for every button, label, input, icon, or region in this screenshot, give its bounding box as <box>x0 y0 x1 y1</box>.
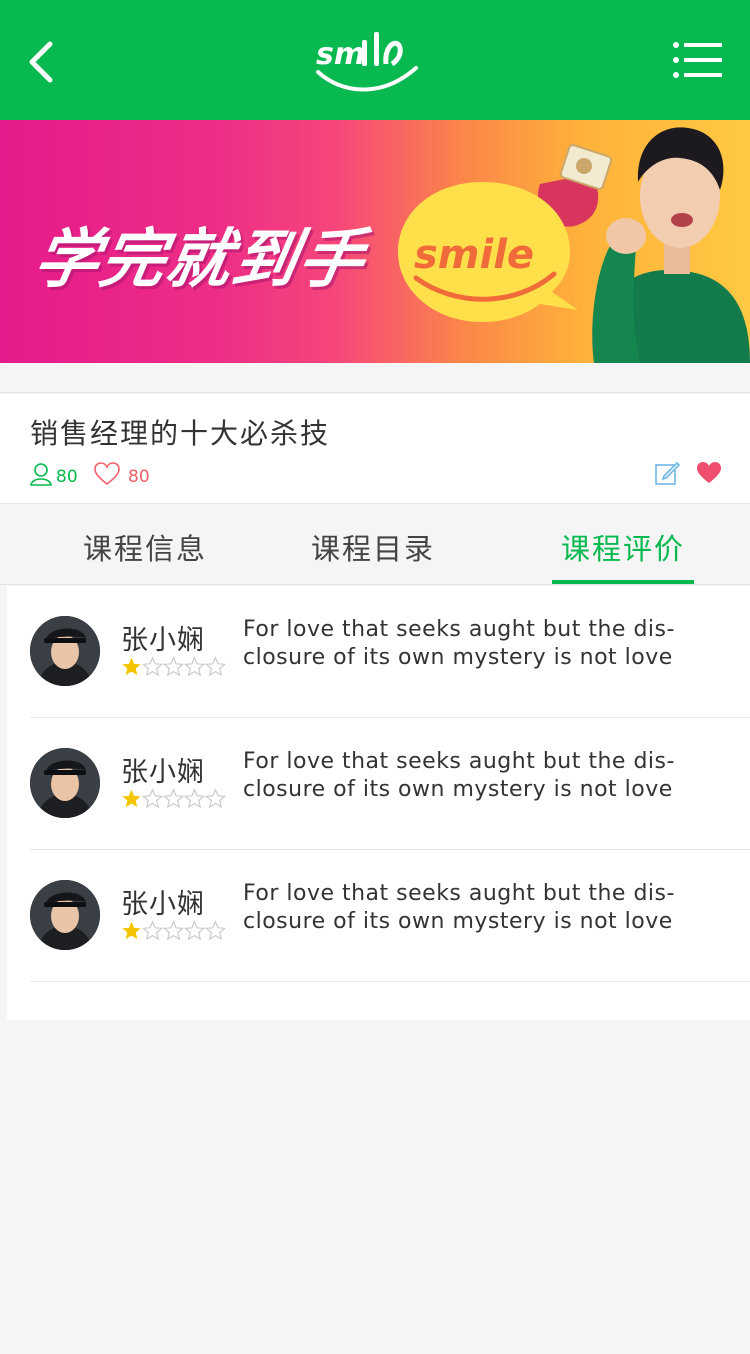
heart-icon <box>697 462 721 483</box>
star-empty-icon <box>205 920 226 941</box>
avatar-image <box>30 880 100 950</box>
review-comment: For love that seeks aught but the dis-cl… <box>243 617 675 670</box>
star-empty-icon <box>142 920 163 941</box>
star-filled-icon <box>122 789 141 808</box>
reviewer-name: 张小娴 <box>121 757 205 788</box>
course-info: 销售经理的十大必杀技 80 80 <box>0 394 750 504</box>
star-rating <box>121 656 226 677</box>
avatar-image <box>30 748 100 818</box>
back-button[interactable] <box>22 38 62 86</box>
learner-count: 80 <box>30 460 78 488</box>
star-empty-icon <box>184 920 205 941</box>
favorite-button[interactable] <box>696 460 722 486</box>
avatar[interactable] <box>30 880 100 950</box>
avatar-image <box>30 616 100 686</box>
learner-count-value: 80 <box>56 467 78 487</box>
divider <box>30 981 750 982</box>
star-rating <box>121 920 226 941</box>
review-comment: For love that seeks aught but the dis-cl… <box>243 881 675 934</box>
person-icon <box>30 463 52 486</box>
edit-icon <box>655 461 681 485</box>
course-title: 销售经理的十大必杀技 <box>30 417 331 450</box>
menu-button[interactable] <box>670 40 724 80</box>
review-item: 张小娴 For love that seeks aught but the di… <box>7 850 750 982</box>
heart-outline-icon <box>94 462 120 486</box>
tab-course-reviews[interactable]: 课程评价 <box>548 505 698 585</box>
review-comment: For love that seeks aught but the dis-cl… <box>243 749 675 802</box>
svg-text:smile: smile <box>414 232 534 278</box>
star-empty-icon <box>142 788 163 809</box>
star-filled-icon <box>122 921 141 940</box>
star-empty-icon <box>205 656 226 677</box>
section-gap <box>0 363 750 393</box>
star-empty-icon <box>184 656 205 677</box>
active-tab-indicator <box>552 580 694 584</box>
smile-logo: sm <box>316 32 418 92</box>
promo-banner[interactable]: 学完就到手 smile <box>0 120 750 363</box>
star-empty-icon <box>163 656 184 677</box>
banner-logo-bubble: smile <box>398 182 578 322</box>
avatar[interactable] <box>30 616 100 686</box>
star-empty-icon <box>184 788 205 809</box>
star-empty-icon <box>142 656 163 677</box>
model-photo <box>592 127 750 363</box>
edit-button[interactable] <box>654 460 681 486</box>
course-tabs: 课程信息 课程目录 课程评价 <box>0 505 750 585</box>
tab-course-info[interactable]: 课程信息 <box>70 505 220 585</box>
star-empty-icon <box>205 788 226 809</box>
banner-headline: 学完就到手 <box>28 223 372 297</box>
review-item: 张小娴 For love that seeks aught but the di… <box>7 718 750 850</box>
list-menu-icon <box>673 42 722 78</box>
reviewer-name: 张小娴 <box>121 625 205 656</box>
star-rating <box>121 788 226 809</box>
review-item: 张小娴 For love that seeks aught but the di… <box>7 586 750 718</box>
chevron-left-icon <box>29 41 53 83</box>
reviewer-name: 张小娴 <box>121 889 205 920</box>
avatar[interactable] <box>30 748 100 818</box>
star-filled-icon <box>122 657 141 676</box>
review-list: 张小娴 For love that seeks aught but the di… <box>7 586 750 1020</box>
star-empty-icon <box>163 788 184 809</box>
star-empty-icon <box>163 920 184 941</box>
app-header: sm <box>0 0 750 120</box>
tab-course-catalog[interactable]: 课程目录 <box>298 505 448 585</box>
like-count-value: 80 <box>128 467 150 487</box>
svg-text:sm: sm <box>316 37 365 72</box>
like-count[interactable]: 80 <box>94 460 150 488</box>
